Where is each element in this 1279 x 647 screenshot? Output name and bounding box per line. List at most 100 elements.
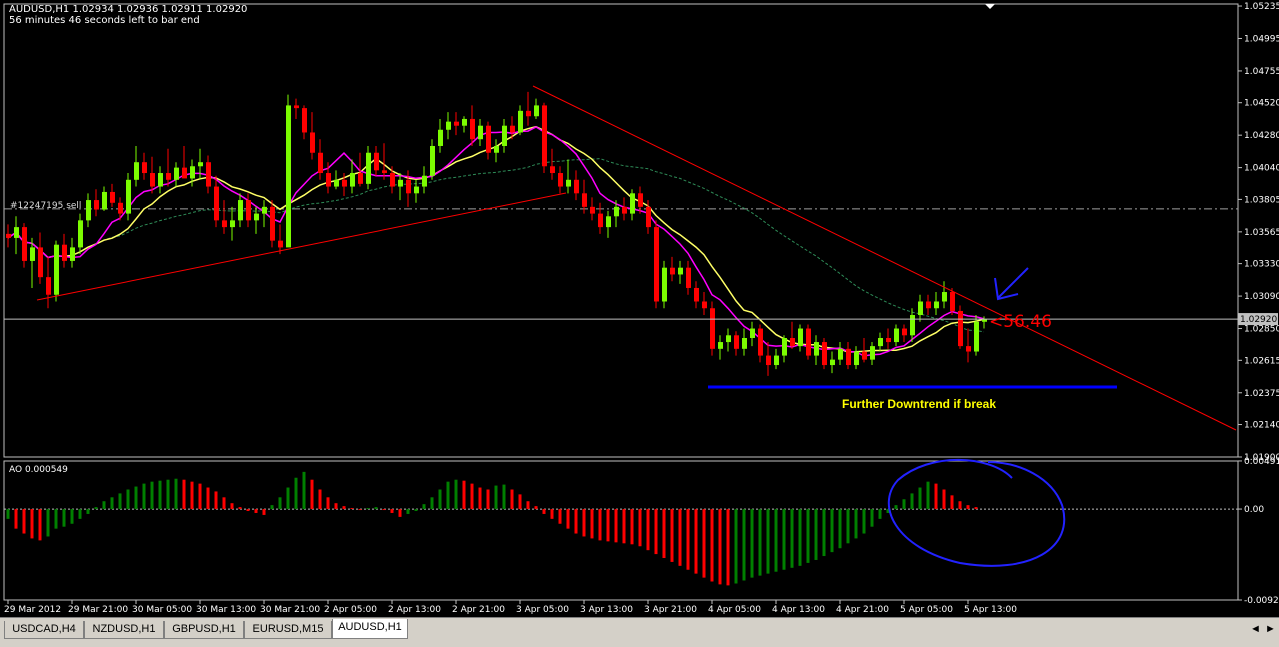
candle bbox=[166, 148, 171, 187]
candle bbox=[758, 324, 763, 363]
candle-body bbox=[182, 167, 187, 179]
candle bbox=[854, 346, 859, 370]
candle bbox=[142, 152, 147, 180]
tab-gbpusd-h1[interactable]: GBPUSD,H1 bbox=[164, 621, 244, 639]
candle-body bbox=[958, 310, 963, 347]
candle-body bbox=[62, 244, 67, 261]
candle-body bbox=[894, 328, 899, 343]
candle bbox=[886, 328, 891, 349]
ao-panel-frame bbox=[3, 460, 1239, 601]
candle-body bbox=[822, 342, 827, 366]
candle bbox=[934, 292, 939, 316]
candle bbox=[454, 112, 459, 136]
candle bbox=[878, 332, 883, 352]
tab-usdcad-h4[interactable]: USDCAD,H4 bbox=[4, 621, 84, 639]
candle-body bbox=[950, 292, 955, 311]
candle-body bbox=[926, 301, 931, 309]
candle-body bbox=[230, 220, 235, 228]
candle bbox=[278, 224, 283, 255]
candle-body bbox=[502, 125, 507, 146]
candle bbox=[174, 162, 179, 187]
candle bbox=[486, 121, 491, 160]
candle bbox=[446, 112, 451, 140]
candle-body bbox=[974, 321, 979, 352]
candle-body bbox=[630, 193, 635, 214]
candle-body bbox=[158, 173, 163, 187]
tab-scroll-left-icon[interactable]: ◄ bbox=[1250, 623, 1261, 635]
price-tick-label: 1.05235 bbox=[1244, 2, 1279, 12]
arrow-icon bbox=[997, 267, 1029, 299]
candle bbox=[134, 145, 139, 187]
pips-label: <56.46 bbox=[989, 312, 1052, 332]
candle bbox=[814, 335, 819, 366]
candle bbox=[494, 139, 499, 163]
tab-scroll-right-icon[interactable]: ► bbox=[1265, 623, 1276, 635]
tab-nzdusd-h1[interactable]: NZDUSD,H1 bbox=[84, 621, 164, 639]
candle-body bbox=[374, 152, 379, 171]
time-tick-label: 3 Apr 05:00 bbox=[516, 605, 569, 615]
price-tick-label: 1.03330 bbox=[1244, 260, 1279, 270]
candle-body bbox=[454, 121, 459, 126]
candle bbox=[822, 338, 827, 370]
price-tick-label: 1.02615 bbox=[1244, 356, 1279, 366]
candle bbox=[766, 342, 771, 376]
candle-body bbox=[102, 191, 107, 210]
candle bbox=[366, 145, 371, 190]
candle-body bbox=[318, 152, 323, 174]
candle bbox=[302, 105, 307, 140]
ao-tick-label: -0.00929 bbox=[1244, 596, 1279, 606]
time-tick-label: 5 Apr 05:00 bbox=[900, 605, 953, 615]
time-tick-label: 4 Apr 21:00 bbox=[836, 605, 889, 615]
candle-body bbox=[542, 105, 547, 167]
candle bbox=[550, 148, 555, 180]
candle bbox=[462, 116, 467, 133]
chart-canvas[interactable]: 1.05235 1.04995 1.04755 1.04520 1.04280 1.040… bbox=[0, 0, 1279, 617]
scroll-marker-icon bbox=[985, 4, 995, 9]
candle-body bbox=[238, 200, 243, 221]
candle-body bbox=[614, 206, 619, 217]
candle bbox=[918, 294, 923, 322]
candle bbox=[798, 324, 803, 352]
candle-body bbox=[734, 335, 739, 349]
candle-body bbox=[54, 244, 59, 295]
candle bbox=[694, 281, 699, 309]
price-tick-label: 1.03805 bbox=[1244, 195, 1279, 205]
candle bbox=[566, 159, 571, 194]
candle bbox=[286, 94, 291, 248]
candle bbox=[830, 351, 835, 374]
candle-body bbox=[966, 346, 971, 352]
candle-body bbox=[486, 125, 491, 153]
candle-body bbox=[6, 233, 11, 238]
candle bbox=[318, 139, 323, 180]
candle bbox=[654, 220, 659, 309]
candle-body bbox=[798, 328, 803, 347]
tab-eurusd-m15[interactable]: EURUSD,M15 bbox=[244, 621, 332, 639]
candle bbox=[334, 170, 339, 190]
candle-body bbox=[726, 335, 731, 343]
candle-body bbox=[646, 206, 651, 228]
candle bbox=[206, 155, 211, 194]
candle bbox=[790, 321, 795, 349]
candle bbox=[422, 166, 427, 194]
candle bbox=[246, 193, 251, 228]
candle-body bbox=[910, 315, 915, 336]
candle-body bbox=[398, 179, 403, 187]
candle bbox=[574, 170, 579, 201]
candle-body bbox=[830, 359, 835, 366]
candle-body bbox=[606, 216, 611, 228]
candle-body bbox=[846, 348, 851, 366]
candle-body bbox=[702, 301, 707, 309]
candle-body bbox=[350, 173, 355, 187]
price-tick-label: 1.02140 bbox=[1244, 421, 1279, 431]
candle-body bbox=[526, 110, 531, 117]
candle-body bbox=[462, 118, 467, 126]
candle-body bbox=[638, 193, 643, 207]
time-tick-label: 30 Mar 21:00 bbox=[260, 605, 320, 615]
candle bbox=[902, 324, 907, 343]
candle-body bbox=[790, 338, 795, 347]
candle bbox=[86, 193, 91, 228]
candle bbox=[430, 139, 435, 180]
tab-audusd-h1[interactable]: AUDUSD,H1 bbox=[332, 619, 408, 639]
time-tick-label: 2 Apr 13:00 bbox=[388, 605, 441, 615]
candle-body bbox=[774, 355, 779, 366]
